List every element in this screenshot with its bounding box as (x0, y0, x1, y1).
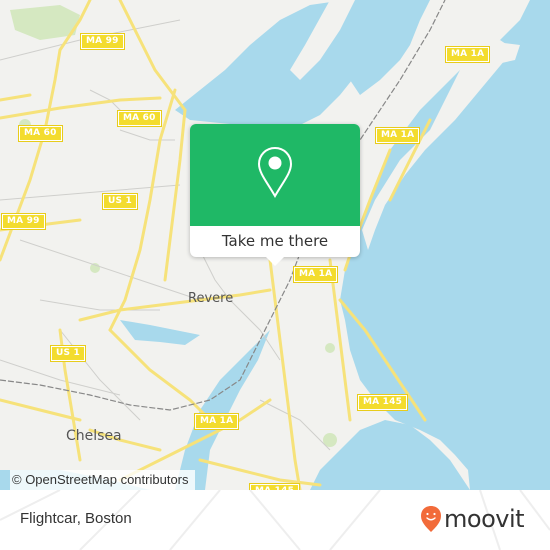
moovit-logo[interactable]: moovit (420, 504, 525, 534)
road-shield-ma99-south: MA 99 (1, 213, 46, 230)
moovit-smile-pin-icon (421, 506, 441, 532)
take-me-there-button[interactable]: Take me there (190, 226, 360, 257)
road-shield-ma1a-revere: MA 1A (292, 266, 339, 283)
road-shield-ma1a-beach: MA 1A (374, 127, 421, 144)
revere-label: Revere (188, 291, 234, 306)
water-creek-west (120, 320, 200, 345)
popup-pointer (266, 257, 284, 266)
footer-bar: Flightcar, Boston moovit (0, 490, 550, 550)
road-shield-ma60-east: MA 60 (117, 110, 162, 127)
road-shield-ma145-east: MA 145 (356, 394, 409, 411)
park-3 (325, 343, 335, 353)
map-pin-icon (257, 146, 293, 198)
road-shield-ma1a-south: MA 1A (193, 413, 240, 430)
location-title: Flightcar, Boston (20, 510, 132, 527)
road-shield-ma99-north: MA 99 (80, 33, 125, 50)
road-shield-ma1a-north: MA 1A (444, 46, 491, 63)
location-popup: Take me there (190, 124, 360, 266)
moovit-wordmark: moovit (444, 505, 525, 533)
road-shield-us1-north: US 1 (102, 193, 138, 210)
map-canvas[interactable]: Revere Chelsea MA 99 MA 60 MA 60 US 1 MA… (0, 0, 550, 490)
road-shield-ma60-west: MA 60 (18, 125, 63, 142)
map-attribution[interactable]: © OpenStreetMap contributors (10, 470, 195, 490)
road-shield-us1-south: US 1 (50, 345, 86, 362)
chelsea-label: Chelsea (66, 428, 122, 444)
